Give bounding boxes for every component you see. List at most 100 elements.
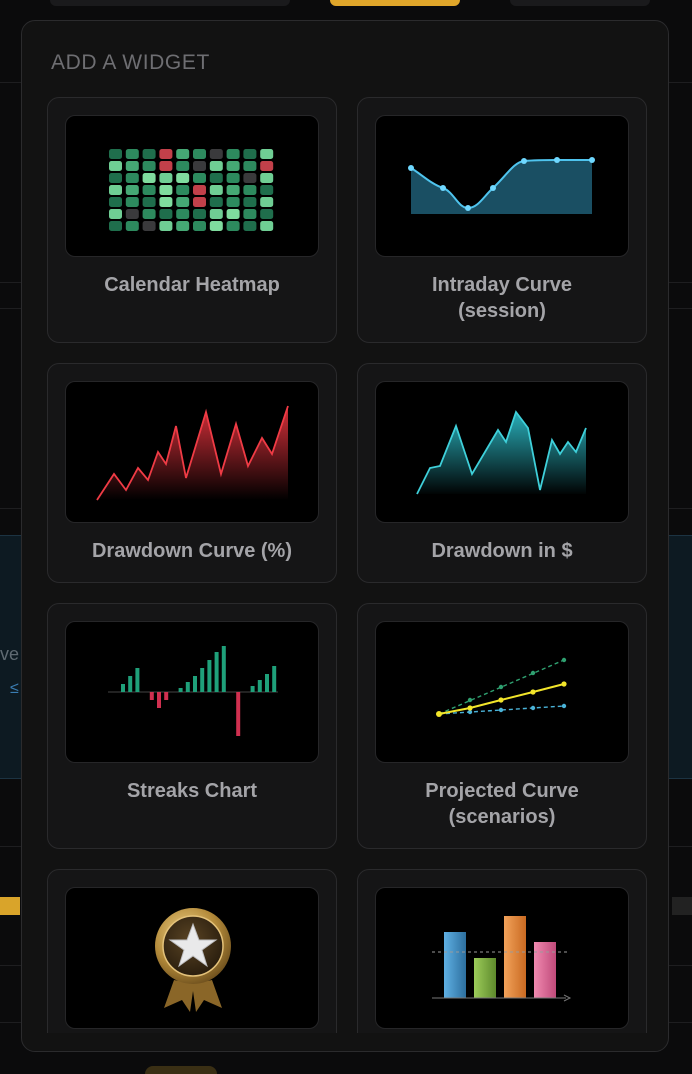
- heatmap-cell: [142, 209, 156, 219]
- heatmap-cell: [176, 173, 190, 183]
- heatmap-cell: [142, 221, 156, 231]
- heatmap-cell: [125, 221, 139, 231]
- streak-bar: [214, 652, 219, 692]
- heatmap-cell: [243, 173, 257, 183]
- heatmap-cell: [176, 185, 190, 195]
- heatmap-cell: [209, 185, 223, 195]
- streak-bar: [207, 660, 212, 692]
- heatmap-cell: [193, 209, 206, 219]
- heatmap-cell: [226, 221, 240, 231]
- widget-label: Drawdown in $: [431, 540, 573, 562]
- add-widget-modal: ADD A WIDGET Calendar Heatmap Intraday C…: [21, 20, 669, 1052]
- heatmap-cell: [209, 149, 223, 159]
- widget-card-intraday-curve[interactable]: Intraday Curve (session): [357, 97, 647, 343]
- heatmap-cell: [226, 209, 240, 219]
- streak-bar: [178, 688, 183, 692]
- bg-partial-text: ve: [0, 644, 20, 664]
- bg-partial-link: ≤: [10, 680, 19, 697]
- widget-card-drawdown-percent[interactable]: Drawdown Curve (%): [47, 363, 337, 583]
- heatmap-cell: [159, 149, 173, 159]
- bg-progress-bar-right: [672, 897, 692, 915]
- heatmap-cell: [176, 149, 190, 159]
- heatmap-cell: [243, 185, 257, 195]
- heatmap-cell: [159, 221, 173, 231]
- streak-bar: [149, 692, 154, 700]
- heatmap-cell: [125, 161, 139, 171]
- heatmap-cell: [243, 209, 257, 219]
- heatmap-cell: [109, 161, 122, 171]
- intraday-curve-icon: [375, 115, 629, 257]
- heatmap-cell: [209, 197, 223, 207]
- streak-bar: [236, 692, 241, 736]
- streak-bar: [221, 646, 226, 692]
- heatmap-cell: [142, 185, 156, 195]
- heatmap-cell: [125, 185, 139, 195]
- heatmap-cell: [159, 185, 173, 195]
- heatmap-cell: [109, 173, 122, 183]
- heatmap-cell: [226, 197, 240, 207]
- heatmap-cell: [109, 221, 122, 231]
- streak-bar: [157, 692, 161, 708]
- streak-bar: [257, 680, 262, 692]
- heatmap-cell: [260, 149, 274, 159]
- bg-tab-left: [50, 0, 290, 6]
- heatmap-cell: [260, 209, 274, 219]
- heatmap-cell: [226, 173, 240, 183]
- heatmap-cell: [125, 197, 139, 207]
- heatmap-cell: [176, 161, 190, 171]
- heatmap-cell: [142, 149, 156, 159]
- streak-bar: [121, 684, 125, 692]
- heatmap-cell: [260, 185, 274, 195]
- bg-progress-bar: [0, 897, 20, 915]
- heatmap-cell: [109, 149, 122, 159]
- heatmap-cell: [159, 173, 173, 183]
- heatmap-cell: [193, 197, 206, 207]
- heatmap-cell: [260, 173, 274, 183]
- streak-bar: [250, 686, 255, 692]
- drawdown-dollar-icon: [375, 381, 629, 523]
- widget-card-bar-comparison[interactable]: [357, 869, 647, 1033]
- widget-label: Drawdown Curve (%): [91, 540, 293, 562]
- streak-bar: [200, 668, 205, 692]
- heatmap-cell: [226, 161, 240, 171]
- heatmap-cell: [243, 221, 257, 231]
- streak-bar: [185, 682, 190, 692]
- calendar-heatmap-icon: [65, 115, 319, 257]
- widget-card-calendar-heatmap[interactable]: Calendar Heatmap: [47, 97, 337, 343]
- heatmap-cell: [176, 197, 190, 207]
- heatmap-cell: [243, 161, 257, 171]
- streak-bar: [164, 692, 169, 700]
- streaks-chart-icon: [65, 621, 319, 763]
- heatmap-cell: [226, 149, 240, 159]
- widget-grid[interactable]: Calendar Heatmap Intraday Curve (session…: [22, 95, 668, 1033]
- widget-label: Intraday Curve (session): [431, 274, 573, 322]
- heatmap-cell: [125, 209, 139, 219]
- heatmap-cell: [125, 149, 139, 159]
- heatmap-cell: [193, 161, 206, 171]
- modal-title: ADD A WIDGET: [51, 51, 210, 74]
- heatmap-cell: [243, 149, 257, 159]
- heatmap-cell: [260, 197, 274, 207]
- heatmap-cell: [159, 209, 173, 219]
- streak-bar: [193, 676, 197, 692]
- widget-card-drawdown-dollar[interactable]: Drawdown in $: [357, 363, 647, 583]
- widget-card-streaks-chart[interactable]: Streaks Chart: [47, 603, 337, 849]
- heatmap-cell: [176, 209, 190, 219]
- heatmap-cell: [193, 149, 206, 159]
- bg-tab-right: [510, 0, 650, 6]
- heatmap-cell: [109, 209, 122, 219]
- heatmap-cell: [193, 185, 206, 195]
- heatmap-cell: [226, 185, 240, 195]
- widget-label: Streaks Chart: [126, 780, 258, 802]
- widget-label: Calendar Heatmap: [104, 274, 280, 296]
- bg-bottom-chip: [145, 1066, 217, 1074]
- widget-card-projected-curve[interactable]: Projected Curve (scenarios): [357, 603, 647, 849]
- heatmap-cell: [209, 209, 223, 219]
- medal-icon: [65, 887, 319, 1029]
- widget-label: Projected Curve (scenarios): [425, 780, 579, 828]
- heatmap-cell: [209, 221, 223, 231]
- widget-card-medal[interactable]: [47, 869, 337, 1033]
- projected-curve-icon: [375, 621, 629, 763]
- streak-bar: [265, 674, 269, 692]
- bg-tab-active: [330, 0, 460, 6]
